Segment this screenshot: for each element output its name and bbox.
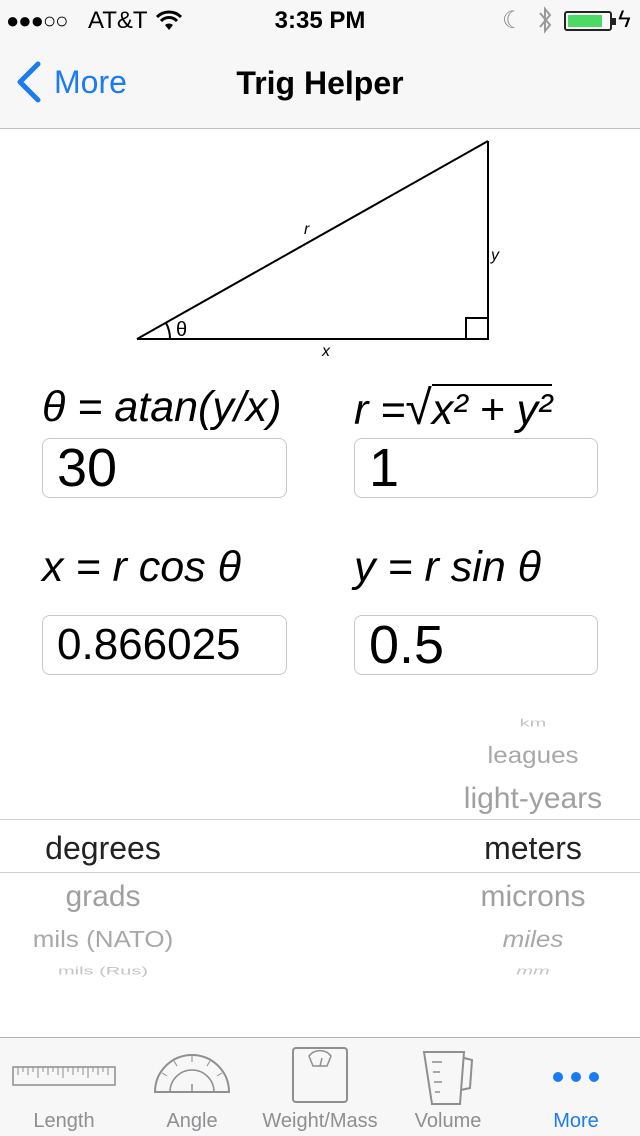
- x-input[interactable]: 0.866025: [42, 615, 287, 675]
- right-triangle-diagram: θ r y x: [136, 140, 500, 360]
- angle-arc: [165, 322, 172, 340]
- theta-formula: θ = atan(y/x): [42, 383, 282, 431]
- picker-angle-selected[interactable]: degrees: [0, 830, 206, 867]
- more-dots-icon: [553, 1072, 599, 1082]
- ruler-icon: [12, 1066, 116, 1086]
- picker-length-option[interactable]: leagues: [430, 742, 636, 770]
- tab-bar: Length Angle Weight/Mass Volume More: [0, 1037, 640, 1136]
- angle-label: θ: [176, 319, 187, 341]
- tab-more[interactable]: More: [512, 1038, 640, 1136]
- page-title: Trig Helper: [236, 65, 404, 101]
- picker-length-selected[interactable]: meters: [430, 830, 636, 867]
- r-formula-body: x² + y²: [431, 384, 553, 434]
- tab-volume[interactable]: Volume: [384, 1038, 512, 1136]
- navigation-bar: More Trig Helper: [0, 40, 640, 129]
- picker-length-option[interactable]: microns: [430, 880, 636, 914]
- tab-angle[interactable]: Angle: [128, 1038, 256, 1136]
- measuring-cup-icon: [422, 1051, 474, 1105]
- hypotenuse-label: r: [304, 221, 310, 238]
- protractor-icon: [153, 1054, 231, 1093]
- picker-length-option[interactable]: km: [430, 717, 636, 730]
- picker-angle-option[interactable]: mils (NATO): [0, 926, 206, 954]
- battery-icon: [564, 11, 616, 31]
- tab-more-label: More: [553, 1110, 599, 1132]
- do-not-disturb-moon-icon: ☾: [502, 7, 524, 34]
- radical-sign: √: [405, 382, 432, 435]
- tab-weight-mass[interactable]: Weight/Mass: [256, 1038, 384, 1136]
- r-formula: r =√x² + y²: [354, 381, 553, 436]
- adjacent-label: x: [321, 343, 331, 360]
- r-input[interactable]: 1: [354, 438, 598, 498]
- y-formula: y = r sin θ: [354, 543, 542, 591]
- picker-length-option[interactable]: mm: [430, 965, 636, 978]
- tab-volume-label: Volume: [414, 1110, 482, 1132]
- r-formula-prefix: r =: [354, 386, 406, 434]
- tab-angle-label: Angle: [166, 1110, 218, 1132]
- picker-length-option[interactable]: miles: [430, 926, 636, 954]
- tab-length[interactable]: Length: [0, 1038, 128, 1136]
- right-angle-marker: [465, 317, 489, 340]
- picker-angle-option[interactable]: mils (Rus): [0, 965, 206, 978]
- tab-length-label: Length: [33, 1110, 95, 1132]
- theta-input[interactable]: 30: [42, 438, 287, 498]
- charging-bolt-icon: ϟ: [618, 6, 631, 33]
- tab-weight-mass-label: Weight/Mass: [262, 1110, 378, 1132]
- status-bar: ●●●○○ AT&T 3:35 PM ☾ ϟ: [0, 0, 640, 40]
- bluetooth-icon: [539, 6, 552, 34]
- picker-length-option[interactable]: light-years: [430, 782, 636, 816]
- y-input[interactable]: 0.5: [354, 615, 598, 675]
- scale-icon: [292, 1047, 348, 1103]
- opposite-label: y: [490, 247, 500, 264]
- x-formula: x = r cos θ: [42, 543, 241, 591]
- unit-picker[interactable]: degrees grads mils (NATO) mils (Rus) km …: [0, 700, 640, 1000]
- picker-angle-option[interactable]: grads: [0, 880, 206, 914]
